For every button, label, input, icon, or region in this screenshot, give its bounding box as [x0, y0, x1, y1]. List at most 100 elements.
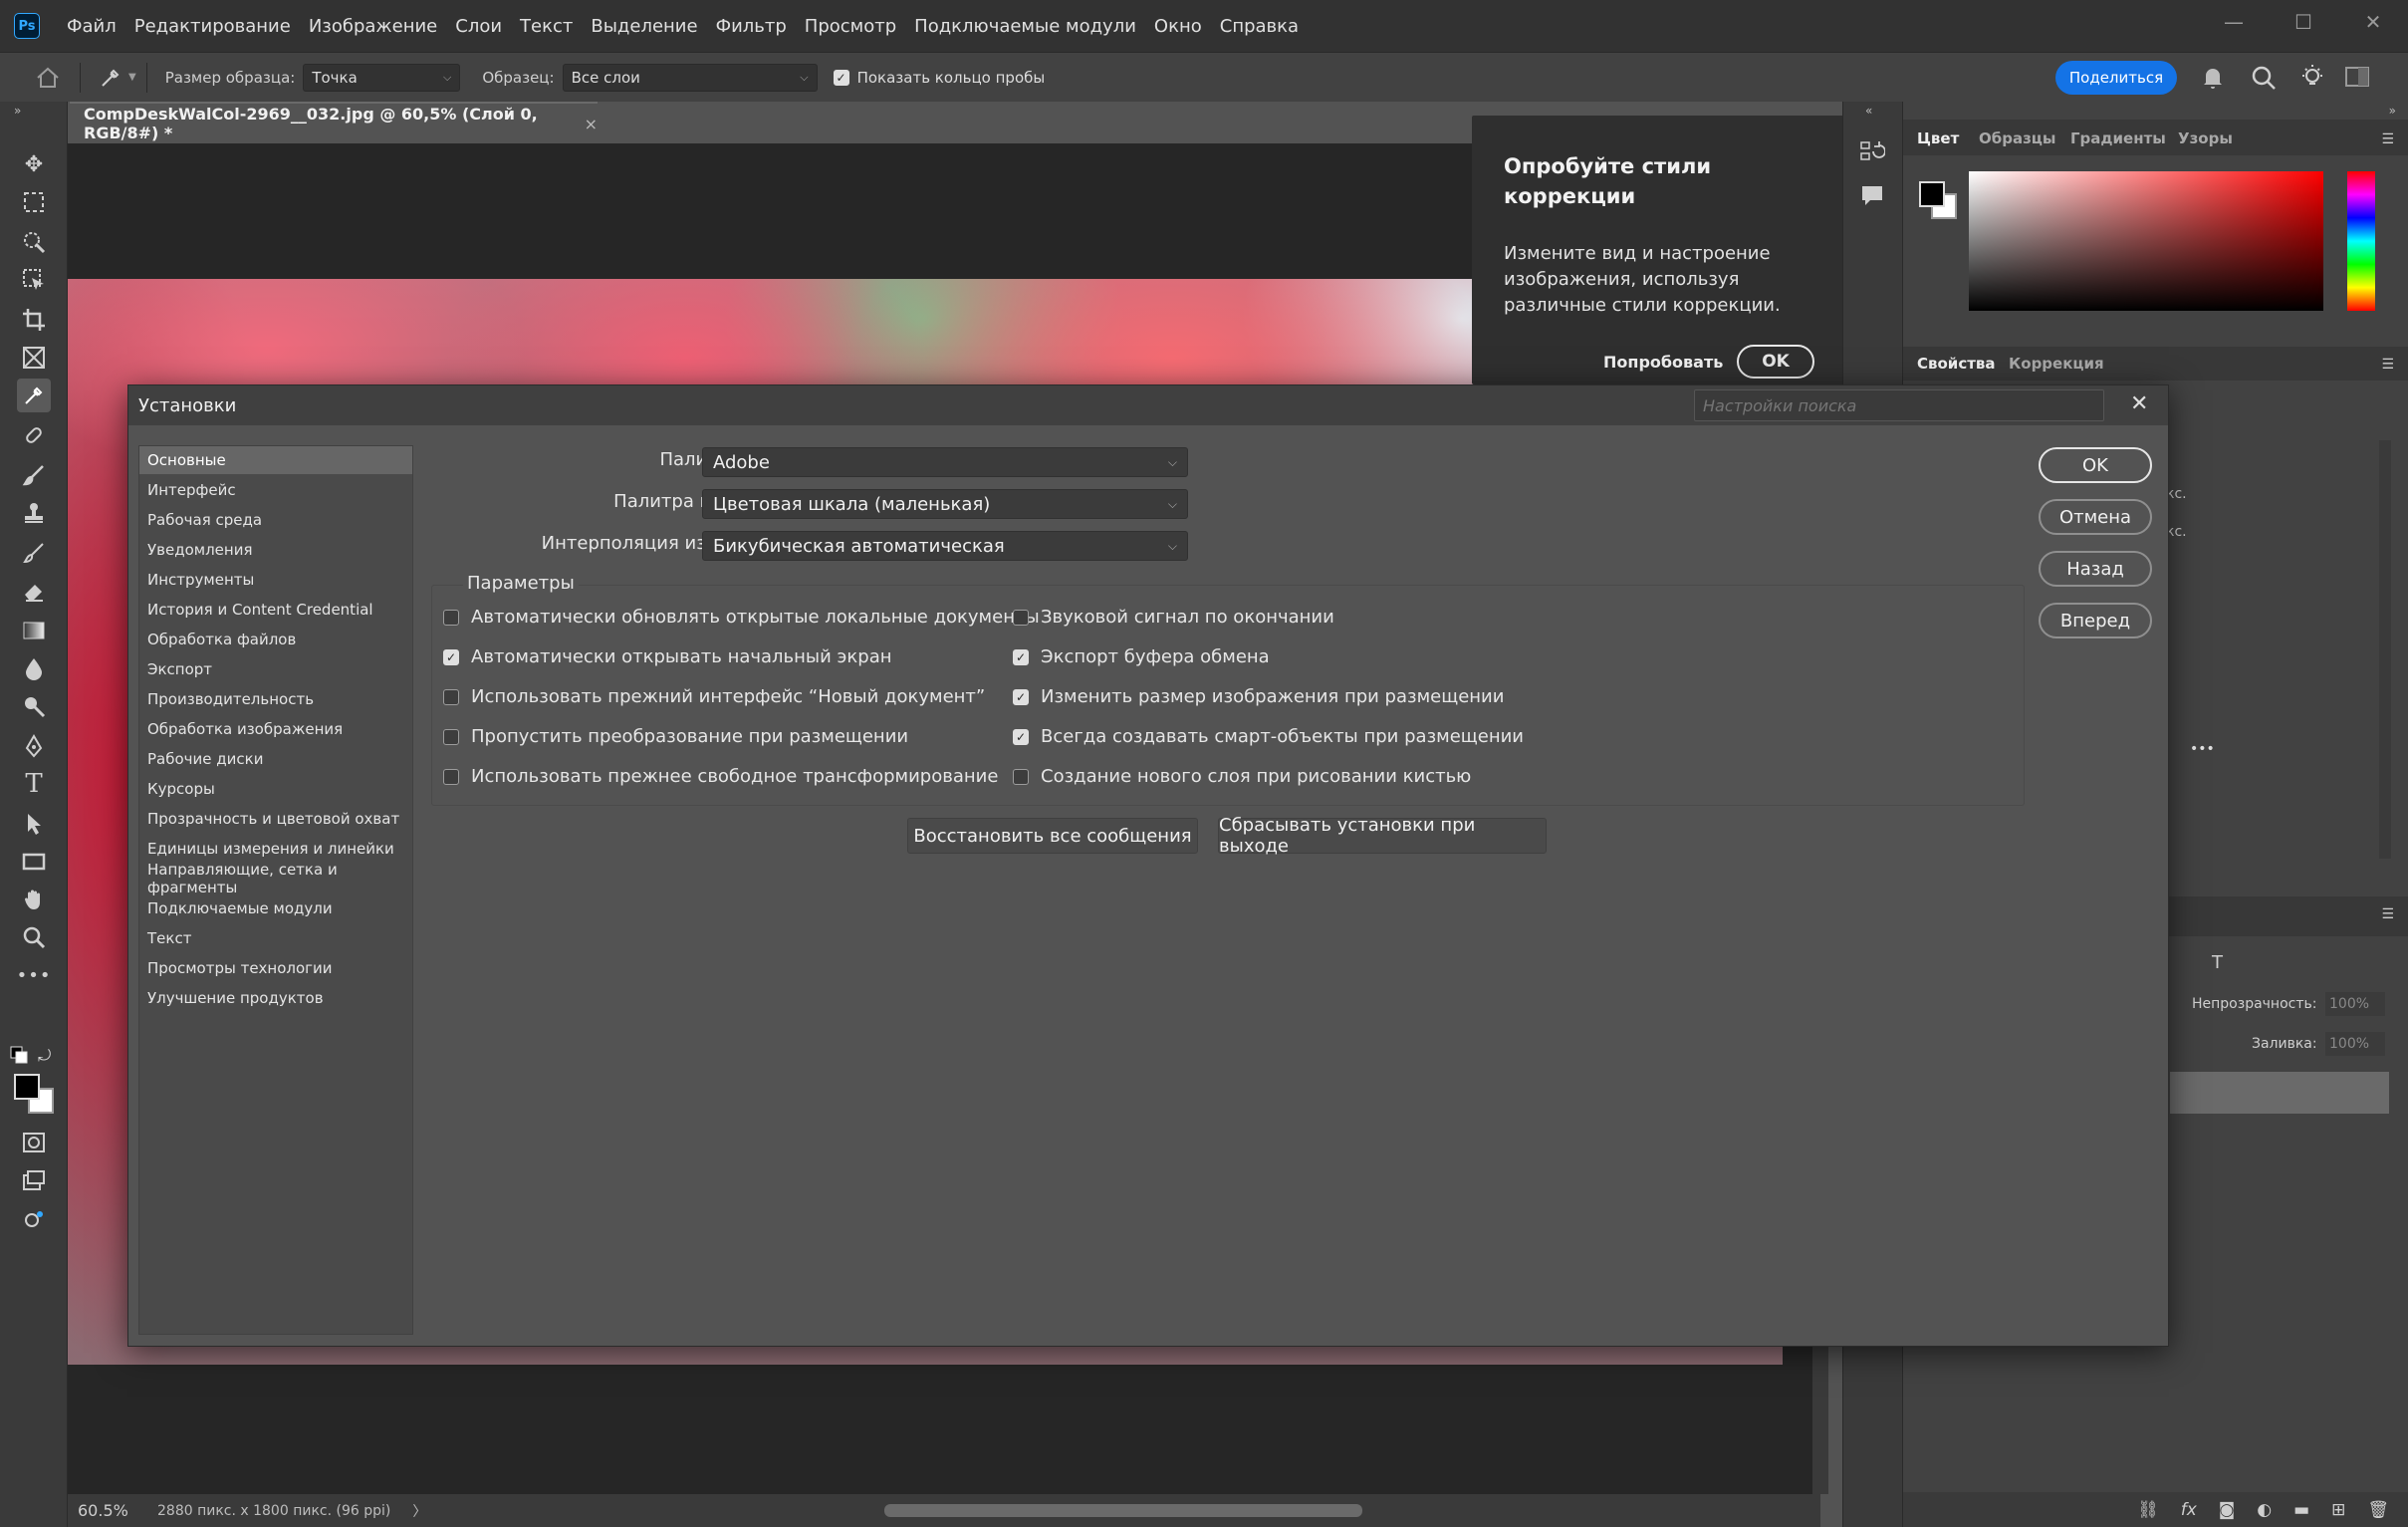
menu-select[interactable]: Выделение	[582, 16, 706, 37]
history-brush-tool-icon[interactable]	[17, 536, 51, 570]
more-options-icon[interactable]: •••	[2190, 741, 2215, 757]
fill-field[interactable]: 100%	[2325, 1032, 2385, 1056]
generative-fill-icon[interactable]	[17, 1203, 51, 1237]
menu-help[interactable]: Справка	[1211, 16, 1308, 37]
tip-ok-button[interactable]: OK	[1737, 345, 1814, 379]
tab-swatches[interactable]: Образцы	[1979, 129, 2055, 147]
nav-item-type[interactable]: Текст	[139, 924, 412, 952]
nav-item-guides[interactable]: Направляющие, сетка и фрагменты	[139, 861, 412, 896]
tab-patterns[interactable]: Узоры	[2178, 129, 2233, 147]
color-picker-field[interactable]	[1969, 171, 2323, 311]
nav-item-units[interactable]: Единицы измерения и линейки	[139, 835, 412, 863]
document-tab[interactable]: CompDeskWalCol-2969__032.jpg @ 60,5% (Сл…	[70, 102, 598, 143]
type-tool-icon[interactable]: T	[17, 767, 51, 801]
menu-edit[interactable]: Редактирование	[125, 16, 300, 37]
option-beep-when-done[interactable]: Звуковой сигнал по окончании	[1013, 607, 1334, 628]
eyedropper-tool-icon[interactable]	[17, 379, 51, 412]
dialog-close-icon[interactable]: ✕	[2130, 391, 2148, 416]
swap-colors-icon[interactable]: ⤾	[38, 1046, 51, 1066]
option-auto-update-docs[interactable]: Автоматически обновлять открытые локальн…	[443, 607, 1040, 628]
close-tab-icon[interactable]: ×	[585, 115, 598, 133]
restore-messages-button[interactable]: Восстановить все сообщения	[907, 818, 1198, 854]
interpolation-select[interactable]: Бикубическая автоматическая ⌵	[702, 531, 1188, 561]
color-picker-select[interactable]: Adobe ⌵	[702, 447, 1188, 477]
menu-file[interactable]: Файл	[58, 16, 125, 37]
option-legacy-free-transform[interactable]: Использовать прежнее свободное трансформ…	[443, 766, 998, 787]
menu-image[interactable]: Изображение	[300, 16, 446, 37]
nav-item-product-improvement[interactable]: Улучшение продуктов	[139, 984, 412, 1012]
fx-icon[interactable]: fx	[2181, 1500, 2197, 1520]
quick-mask-icon[interactable]	[17, 1126, 51, 1159]
new-group-icon[interactable]: ▬	[2293, 1500, 2309, 1520]
close-window-button[interactable]: ✕	[2338, 0, 2408, 44]
back-button[interactable]: Назад	[2039, 551, 2152, 587]
pen-tool-icon[interactable]	[17, 729, 51, 763]
trash-icon[interactable]: 🗑	[2367, 1500, 2389, 1520]
eyedropper-tool-preset-icon[interactable]: ▼	[99, 66, 136, 90]
show-ring-checkbox[interactable]: ✓	[833, 69, 849, 86]
option-legacy-new-doc[interactable]: Использовать прежний интерфейс “Новый до…	[443, 686, 985, 707]
checkbox[interactable]	[443, 688, 459, 705]
minimize-button[interactable]: —	[2199, 0, 2269, 44]
expand-toolbar-icon[interactable]: »	[14, 104, 21, 118]
bell-icon[interactable]	[2201, 65, 2225, 95]
path-selection-tool-icon[interactable]	[17, 807, 51, 841]
history-panel-icon[interactable]	[1859, 139, 1886, 169]
new-layer-icon[interactable]: ⊞	[2331, 1500, 2345, 1520]
checkbox[interactable]	[443, 609, 459, 626]
menu-window[interactable]: Окно	[1145, 16, 1211, 37]
status-menu-arrow[interactable]: 〉	[412, 1501, 426, 1521]
option-export-clipboard[interactable]: ✓ Экспорт буфера обмена	[1013, 646, 1270, 667]
checkbox[interactable]	[1013, 609, 1029, 626]
crop-tool-icon[interactable]	[17, 303, 51, 337]
color-panel-menu-icon[interactable]: ☰	[2381, 131, 2394, 147]
nav-item-image-processing[interactable]: Обработка изображения	[139, 715, 412, 743]
reset-on-quit-button[interactable]: Сбрасывать установки при выходе	[1218, 815, 1547, 857]
checkbox[interactable]: ✓	[1013, 728, 1029, 745]
checkbox[interactable]	[443, 728, 459, 745]
sample-select[interactable]: Все слои ⌵	[562, 63, 818, 92]
hud-color-picker-select[interactable]: Цветовая шкала (маленькая) ⌵	[702, 489, 1188, 519]
show-ring-option[interactable]: ✓ Показать кольцо пробы	[833, 69, 1045, 87]
blur-tool-icon[interactable]	[17, 651, 51, 685]
opacity-field[interactable]: 100%	[2325, 992, 2385, 1016]
properties-scrollbar[interactable]	[2379, 440, 2391, 859]
nav-item-performance[interactable]: Производительность	[139, 685, 412, 713]
text-layer-filter-icon[interactable]: T	[2212, 952, 2223, 973]
collapse-right-panel-icon[interactable]: »	[2389, 104, 2396, 118]
properties-panel-menu-icon[interactable]: ☰	[2381, 357, 2394, 373]
tab-properties[interactable]: Свойства	[1917, 355, 1996, 373]
nav-item-file-handling[interactable]: Обработка файлов	[139, 626, 412, 653]
menu-filter[interactable]: Фильтр	[707, 16, 796, 37]
checkbox[interactable]: ✓	[1013, 688, 1029, 705]
frame-tool-icon[interactable]	[17, 341, 51, 375]
menu-type[interactable]: Текст	[511, 16, 582, 37]
workspace-icon[interactable]	[2344, 65, 2370, 93]
link-layers-icon[interactable]: ⛓	[2137, 1500, 2159, 1520]
option-always-smart-objects[interactable]: ✓ Всегда создавать смарт-объекты при разм…	[1013, 726, 1524, 747]
tip-try-button[interactable]: Попробовать	[1603, 353, 1743, 372]
hue-slider[interactable]	[2347, 171, 2375, 311]
nav-item-general[interactable]: Основные	[139, 446, 412, 474]
checkbox[interactable]: ✓	[443, 648, 459, 665]
marquee-tool-icon[interactable]	[17, 185, 51, 219]
nav-item-interface[interactable]: Интерфейс	[139, 476, 412, 504]
search-icon[interactable]	[2251, 65, 2277, 95]
default-colors-icon[interactable]	[10, 1046, 28, 1068]
forward-button[interactable]: Вперед	[2039, 603, 2152, 638]
nav-item-notifications[interactable]: Уведомления	[139, 536, 412, 564]
option-skip-transform[interactable]: Пропустить преобразование при размещении	[443, 726, 908, 747]
screen-mode-icon[interactable]	[17, 1163, 51, 1197]
preferences-search-input[interactable]	[1694, 389, 2104, 421]
color-foreground-swatch[interactable]	[1919, 181, 1945, 207]
healing-brush-tool-icon[interactable]	[17, 418, 51, 452]
nav-item-cursors[interactable]: Курсоры	[139, 775, 412, 803]
checkbox[interactable]	[443, 768, 459, 785]
tab-gradients[interactable]: Градиенты	[2070, 129, 2166, 147]
zoom-level[interactable]: 60.5%	[78, 1501, 137, 1520]
nav-item-history[interactable]: История и Content Credential	[139, 596, 412, 624]
comments-panel-icon[interactable]	[1859, 183, 1885, 213]
object-selection-tool-icon[interactable]	[17, 263, 51, 297]
brush-tool-icon[interactable]	[17, 458, 51, 492]
adjustment-layer-icon[interactable]: ◐	[2257, 1500, 2272, 1520]
